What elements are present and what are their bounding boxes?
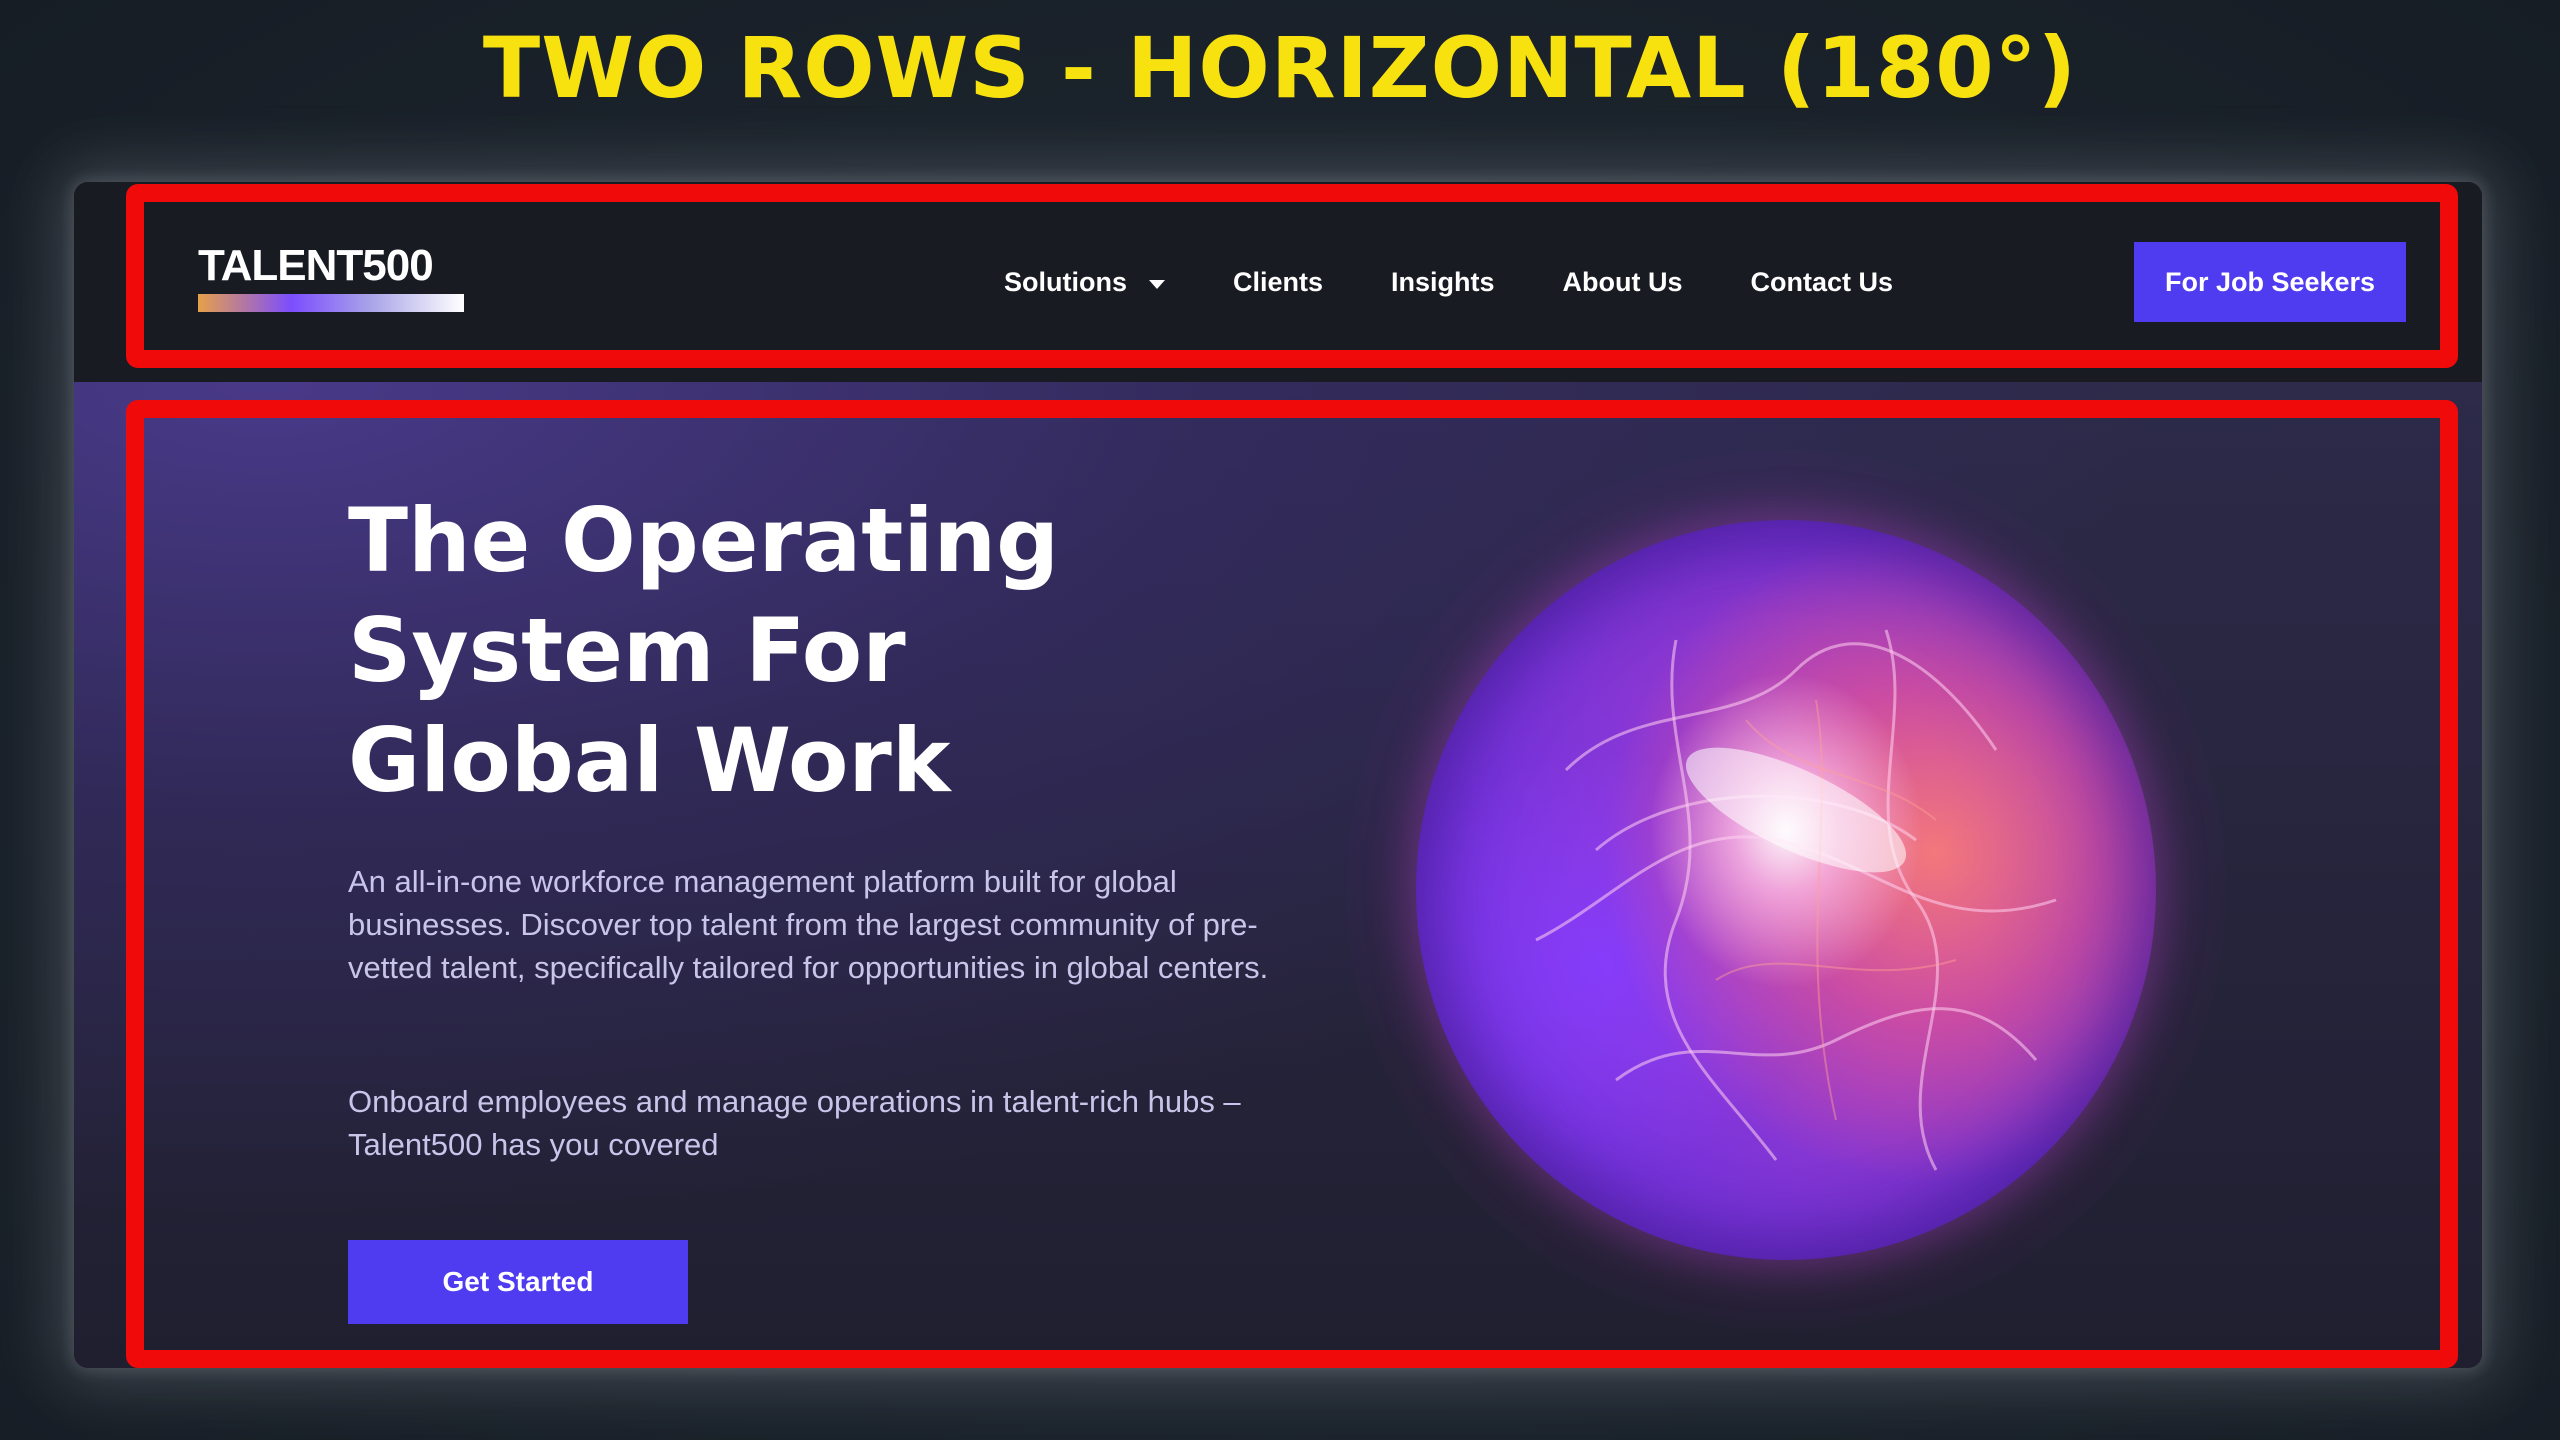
glowing-orb-image bbox=[1346, 450, 2226, 1330]
nav-item-solutions[interactable]: Solutions bbox=[1004, 267, 1165, 298]
orb-energy-veins bbox=[1535, 629, 2057, 1171]
nav-links: Solutions Clients Insights About Us Cont… bbox=[1004, 262, 1893, 302]
nav-item-label: Solutions bbox=[1004, 266, 1127, 297]
get-started-button[interactable]: Get Started bbox=[348, 1240, 688, 1324]
navbar: TALENT500 Solutions Clients Insights Abo… bbox=[74, 182, 2482, 382]
talent500-logo[interactable]: TALENT500 bbox=[198, 242, 464, 314]
nav-item-clients[interactable]: Clients bbox=[1233, 267, 1323, 298]
nav-item-label: Insights bbox=[1391, 266, 1495, 297]
for-job-seekers-button[interactable]: For Job Seekers bbox=[2134, 242, 2406, 322]
hero-subdescription: Onboard employees and manage operations … bbox=[348, 1084, 1241, 1162]
hero-description: An all-in-one workforce management platf… bbox=[348, 864, 1269, 985]
nav-item-label: Clients bbox=[1233, 266, 1324, 297]
nav-item-insights[interactable]: Insights bbox=[1391, 267, 1495, 298]
nav-item-contact-us[interactable]: Contact Us bbox=[1751, 267, 1894, 298]
nav-item-label: About Us bbox=[1562, 266, 1683, 297]
browser-screenshot: TALENT500 Solutions Clients Insights Abo… bbox=[74, 182, 2482, 1368]
logo-text: TALENT500 bbox=[198, 241, 434, 290]
nav-item-label: Contact Us bbox=[1750, 266, 1894, 297]
hero-title: The Operating System For Global Work bbox=[348, 489, 1060, 812]
hero-section: The Operating System For Global Work An … bbox=[74, 382, 2482, 1368]
banner-title: TWO ROWS - HORIZONTAL (180°) bbox=[482, 19, 2078, 117]
logo-gradient-bar bbox=[198, 294, 464, 312]
nav-item-about-us[interactable]: About Us bbox=[1563, 267, 1683, 298]
caret-down-icon bbox=[1149, 279, 1165, 289]
